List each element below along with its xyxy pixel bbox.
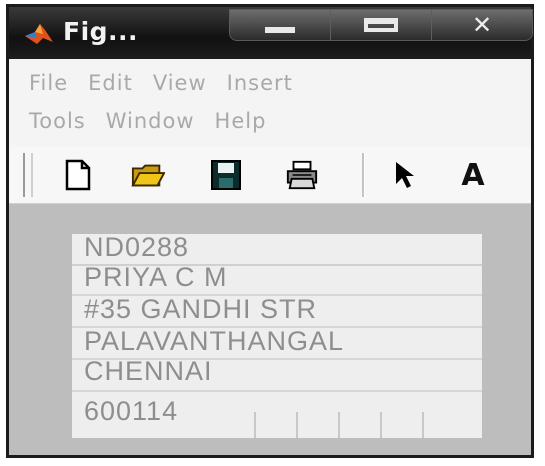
- label-city-text: CHENNAI: [84, 356, 213, 386]
- menu-file[interactable]: File: [9, 65, 68, 101]
- grid-line: [296, 412, 298, 438]
- print-icon: [286, 160, 318, 190]
- label-pincode-text: 600114: [84, 396, 179, 426]
- window-title: Fig...: [63, 17, 139, 46]
- grid-line: [254, 412, 256, 438]
- menu-row-2: Tools Window Help: [9, 103, 266, 139]
- minimize-icon: [265, 27, 295, 33]
- open-folder-icon: [131, 164, 165, 187]
- window-controls: ✕: [229, 9, 533, 41]
- print-button[interactable]: [285, 158, 319, 192]
- save-icon: [211, 160, 241, 190]
- new-file-button[interactable]: [61, 158, 95, 192]
- menu-window[interactable]: Window: [86, 103, 195, 139]
- maximize-icon: [364, 18, 398, 32]
- new-file-icon: [65, 159, 91, 191]
- menu-row-1: File Edit View Insert: [9, 65, 293, 101]
- menu-tools[interactable]: Tools: [9, 103, 86, 139]
- menu-help[interactable]: Help: [195, 103, 267, 139]
- label-area-text: PALAVANTHANGAL: [84, 326, 345, 356]
- edit-plot-button[interactable]: [387, 158, 421, 192]
- open-button[interactable]: [131, 158, 165, 192]
- grid-line: [338, 412, 340, 438]
- title-bar[interactable]: Fig... ✕: [9, 7, 533, 59]
- grid-line: [380, 412, 382, 438]
- menu-view[interactable]: View: [133, 65, 207, 101]
- maximize-button[interactable]: [331, 10, 432, 40]
- label-street-text: #35 GANDHI STR: [84, 294, 318, 324]
- close-button[interactable]: ✕: [432, 10, 532, 40]
- toolbar-grip[interactable]: [23, 153, 33, 197]
- toolbar: A: [9, 147, 531, 204]
- pointer-icon: [396, 162, 414, 188]
- menu-edit[interactable]: Edit: [68, 65, 133, 101]
- label-name-text: PRIYA C M: [84, 262, 228, 292]
- scanned-label-image: ND0288 PRIYA C M #35 GANDHI STR PALAVANT…: [72, 232, 482, 438]
- figure-area: ND0288 PRIYA C M #35 GANDHI STR PALAVANT…: [9, 204, 531, 455]
- menu-bar: File Edit View Insert Tools Window Help: [9, 59, 531, 148]
- toolbar-separator: [362, 153, 365, 197]
- label-id-text: ND0288: [84, 232, 190, 262]
- save-button[interactable]: [209, 158, 243, 192]
- close-icon: ✕: [471, 11, 493, 39]
- minimize-button[interactable]: [230, 10, 331, 40]
- matlab-logo-icon: [25, 24, 53, 44]
- figure-window: Fig... ✕ File Edit View Insert Tools Win…: [6, 4, 534, 458]
- insert-text-button[interactable]: A: [456, 157, 490, 193]
- grid-line: [422, 412, 424, 438]
- text-icon: A: [461, 157, 485, 193]
- menu-insert[interactable]: Insert: [207, 65, 293, 101]
